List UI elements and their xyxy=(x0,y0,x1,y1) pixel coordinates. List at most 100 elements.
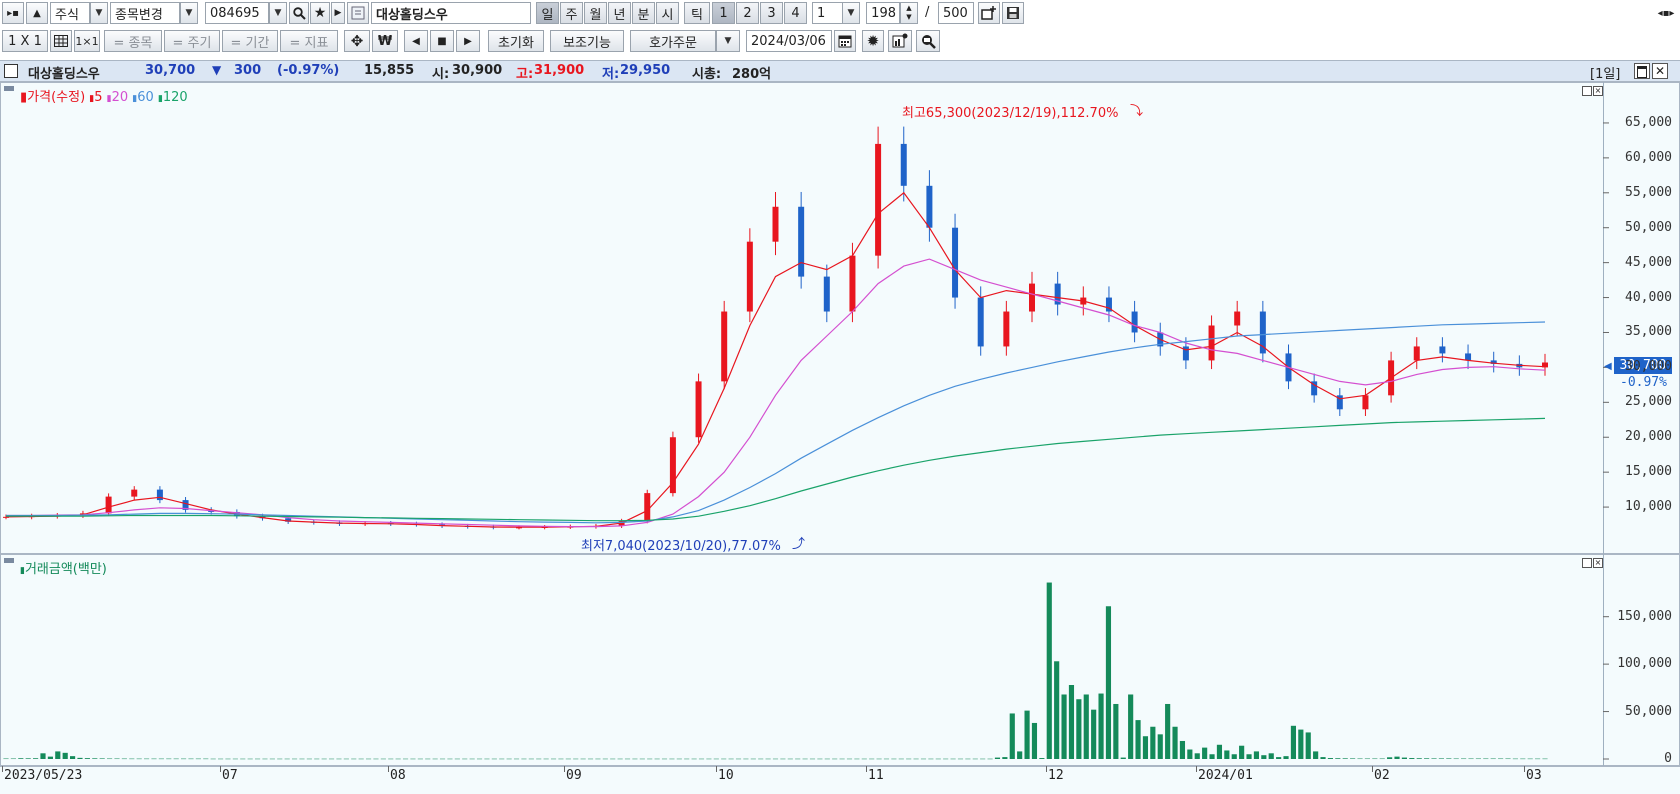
period-tab-1[interactable]: 주 xyxy=(560,2,583,24)
settings-button[interactable]: ✹ xyxy=(862,30,884,52)
info-volume: 15,855 xyxy=(364,63,415,78)
maximize-button[interactable] xyxy=(1634,63,1650,79)
save-icon xyxy=(1007,7,1019,19)
sync-cycle-button[interactable]: = 주기 xyxy=(164,30,220,52)
single-layout-button[interactable]: 1×1 xyxy=(74,30,100,52)
number-tab-0[interactable]: 1 xyxy=(712,2,735,24)
stop-button[interactable]: ■ xyxy=(430,30,454,52)
count-separator: / xyxy=(925,5,930,20)
number-tab-3[interactable]: 4 xyxy=(784,2,807,24)
grid-icon xyxy=(54,35,68,47)
date-tick xyxy=(564,766,565,772)
candle-body xyxy=(1003,311,1010,347)
current-price-marker-icon: ◀ xyxy=(1604,361,1612,372)
volume-bar xyxy=(410,758,416,760)
ma60-line xyxy=(6,321,1546,524)
volume-bar xyxy=(1431,758,1437,759)
order-dropdown[interactable]: ▼ xyxy=(716,30,740,52)
add-chart-button[interactable] xyxy=(978,2,1000,24)
volume-bar xyxy=(454,758,460,760)
stock-chart-canvas[interactable] xyxy=(0,82,1680,766)
count-stepper[interactable]: ▲ ▼ xyxy=(900,2,918,24)
period-tab-2[interactable]: 월 xyxy=(584,2,607,24)
market-type-select[interactable]: 주식 xyxy=(50,2,90,24)
chart-settings-button[interactable] xyxy=(888,30,912,52)
price-tick-label-0: 10,000 xyxy=(1625,499,1672,515)
panel-toggle-button[interactable]: ▸▪ xyxy=(2,2,24,24)
info-cap-label: 시총: xyxy=(692,67,722,82)
order-button[interactable]: 호가주문 xyxy=(630,30,716,52)
select-checkbox[interactable] xyxy=(4,64,18,78)
search-button[interactable] xyxy=(289,2,309,24)
volume-bar xyxy=(1046,582,1052,759)
scroll-left-button[interactable]: ◀ xyxy=(404,30,428,52)
volume-bar xyxy=(188,758,194,760)
change-stock-select[interactable]: 종목변경 xyxy=(110,2,180,24)
period-tab-4[interactable]: 분 xyxy=(632,2,655,24)
sync-indicator-button[interactable]: = 지표 xyxy=(280,30,338,52)
date-label-8: 02 xyxy=(1374,768,1390,783)
sync-period-button[interactable]: = 기간 xyxy=(222,30,278,52)
number-tab-1[interactable]: 2 xyxy=(736,2,759,24)
reset-button[interactable]: 초기화 xyxy=(488,30,544,52)
volume-bar xyxy=(195,758,201,760)
ma120-line xyxy=(6,417,1546,522)
volume-bar xyxy=(129,758,135,760)
volume-bar xyxy=(1350,758,1356,759)
stock-code-input[interactable]: 084695 xyxy=(205,2,269,24)
interval-dropdown[interactable]: ▼ xyxy=(842,2,860,24)
volume-bar xyxy=(1468,758,1474,760)
volume-bar xyxy=(1416,758,1422,759)
favorite-button[interactable]: ★ xyxy=(310,2,330,24)
price-tick-label-9: 55,000 xyxy=(1625,184,1672,200)
stop-icon: ■ xyxy=(437,35,447,47)
stock-code-dropdown[interactable]: ▼ xyxy=(269,2,287,24)
candle-body xyxy=(900,143,907,186)
period-tab-5[interactable]: 시 xyxy=(656,2,679,24)
change-stock-dropdown[interactable]: ▼ xyxy=(180,2,198,24)
total-count-field[interactable]: 500 xyxy=(938,2,974,24)
period-tab-0[interactable]: 일 xyxy=(536,2,559,24)
maximize-icon xyxy=(1637,66,1647,78)
count-input[interactable]: 198 xyxy=(866,2,900,24)
scroll-right-button[interactable]: ▶ xyxy=(456,30,480,52)
volume-bar xyxy=(617,758,623,760)
zoom-button[interactable] xyxy=(916,30,940,52)
volume-bar xyxy=(735,758,742,760)
volume-bar xyxy=(1335,758,1341,759)
volume-bar xyxy=(432,758,438,760)
volume-bar xyxy=(632,758,638,760)
aux-function-button[interactable]: 보조기능 xyxy=(550,30,624,52)
volume-bar xyxy=(817,758,823,760)
volume-bar xyxy=(528,758,534,760)
volume-bar xyxy=(854,758,860,760)
date-input[interactable]: 2024/03/06 xyxy=(746,30,832,52)
next-button[interactable]: ▶ xyxy=(331,2,345,24)
price-tick-label-1: 15,000 xyxy=(1625,464,1672,480)
volume-bar xyxy=(728,758,734,760)
grid-button[interactable] xyxy=(50,30,72,52)
currency-button[interactable]: ₩ xyxy=(372,30,398,52)
number-tab-2[interactable]: 3 xyxy=(760,2,783,24)
gear-icon: ✹ xyxy=(866,32,880,50)
layout-button[interactable]: 1 X 1 xyxy=(2,30,48,52)
search-icon xyxy=(292,6,306,20)
news-button[interactable] xyxy=(347,2,369,24)
volume-bar xyxy=(84,758,90,759)
volume-bar xyxy=(1187,749,1193,759)
sync-item-button[interactable]: = 종목 xyxy=(104,30,162,52)
collapse-up-button[interactable]: ▲ xyxy=(26,2,48,24)
volume-bar xyxy=(499,758,505,760)
volume-bar xyxy=(277,758,283,760)
volume-bar xyxy=(210,758,216,760)
period-tab-6[interactable]: 틱 xyxy=(684,2,710,24)
window-scroll-button[interactable]: ◂▪▸ xyxy=(1656,2,1676,24)
market-type-dropdown[interactable]: ▼ xyxy=(90,2,108,24)
volume-bar xyxy=(1224,750,1230,759)
calendar-button[interactable] xyxy=(834,30,856,52)
date-label-1: 07 xyxy=(222,768,238,783)
period-tab-3[interactable]: 년 xyxy=(608,2,631,24)
close-button[interactable]: ✕ xyxy=(1652,63,1668,79)
save-button[interactable] xyxy=(1002,2,1024,24)
move-button[interactable]: ✥ xyxy=(344,30,370,52)
